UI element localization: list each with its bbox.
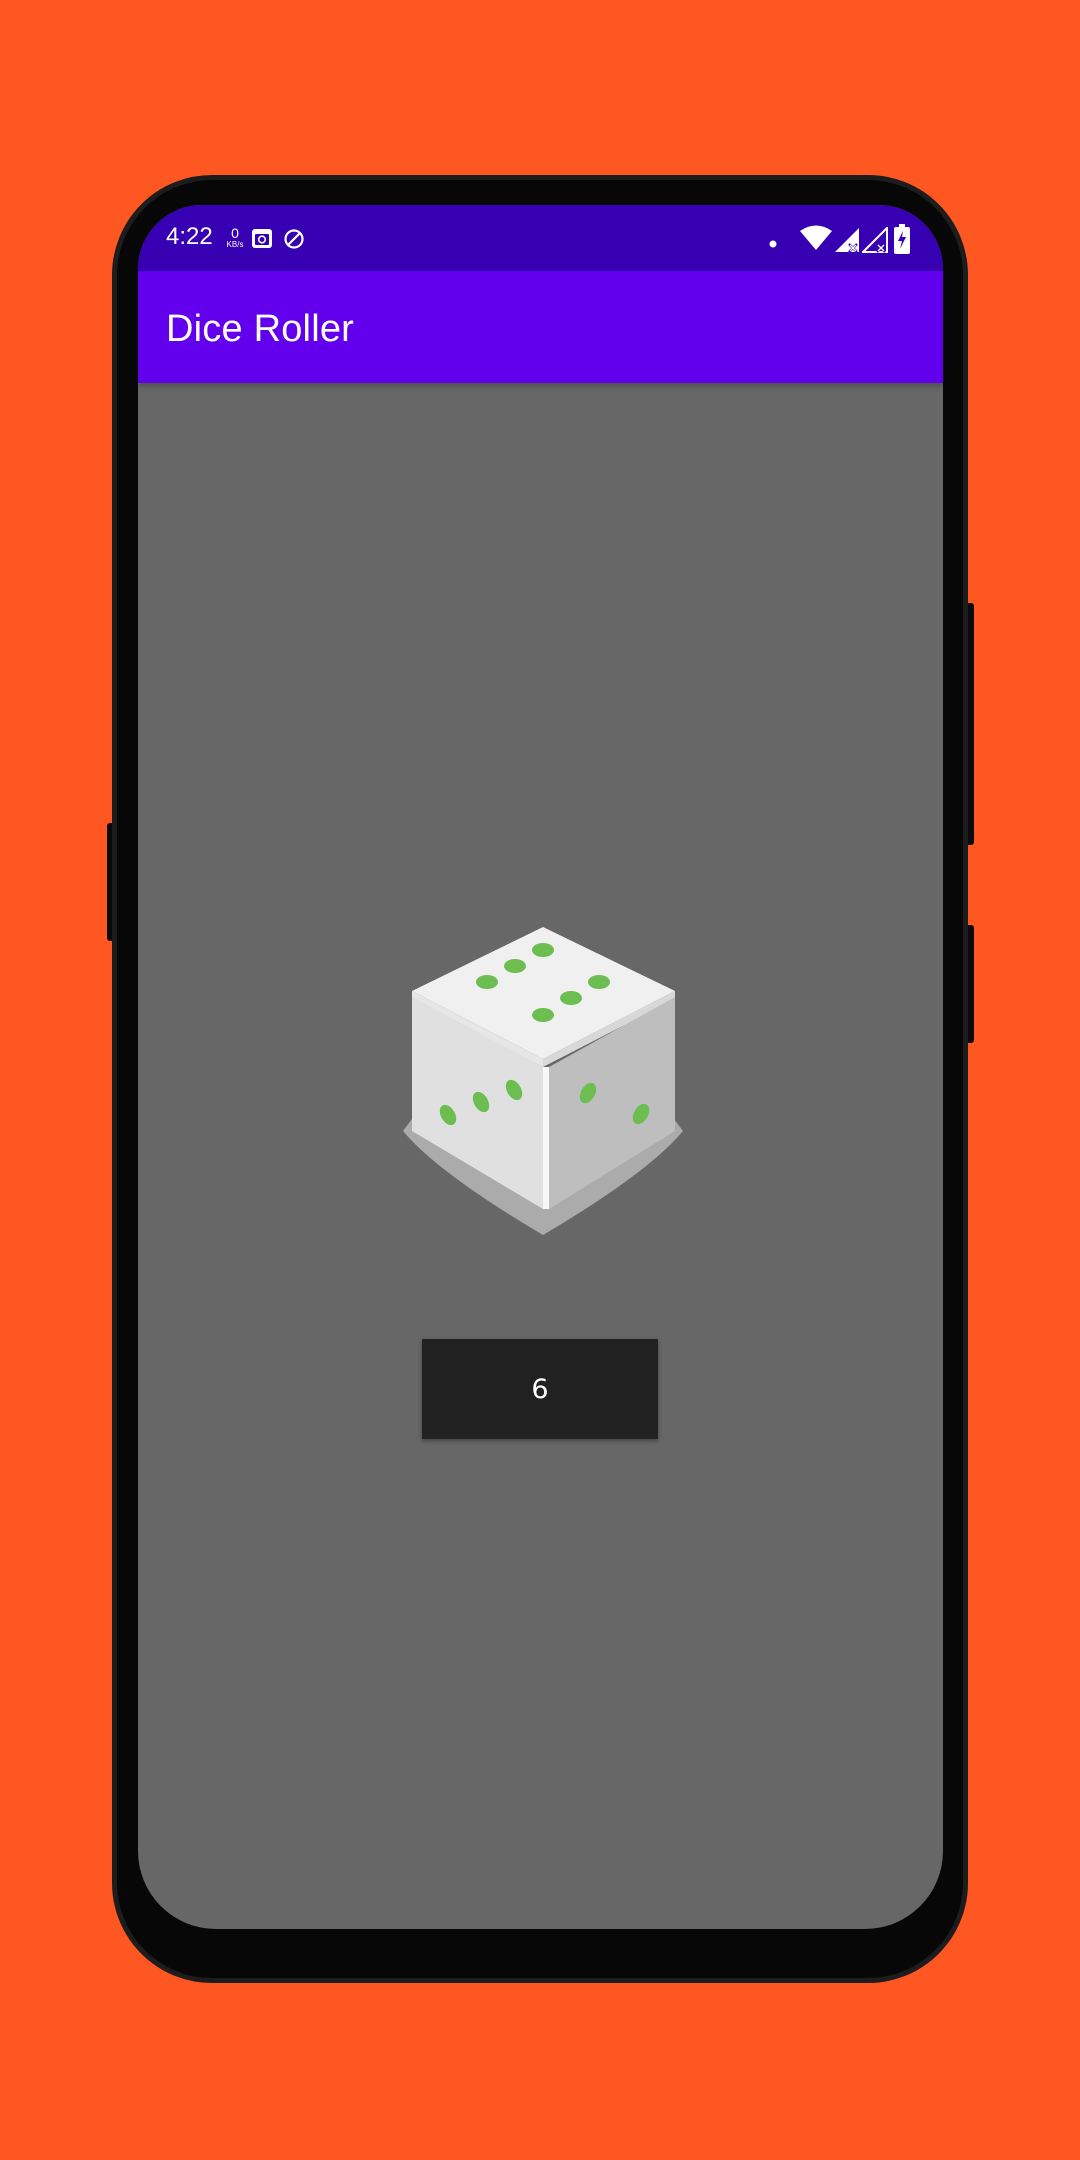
app-bar: Dice Roller	[138, 271, 943, 383]
battery-charging-icon	[894, 224, 910, 259]
roll-button[interactable]: 6	[422, 1339, 658, 1439]
wifi-icon	[800, 225, 832, 256]
signal-icon	[834, 227, 860, 258]
network-speed-unit: KB/s	[226, 240, 244, 249]
status-time: 4:22	[166, 223, 213, 250]
signal-no-service-icon	[860, 225, 888, 258]
network-speed: 0 KB/s	[222, 226, 248, 249]
dice-icon	[398, 918, 688, 1248]
app-title: Dice Roller	[166, 308, 355, 350]
calendar-icon	[251, 227, 273, 254]
notification-dot-icon	[769, 235, 777, 253]
phone-screen: 4:22 0 KB/s Dice Roller 6	[138, 205, 943, 1929]
do-not-disturb-icon	[283, 228, 305, 255]
status-bar: 4:22 0 KB/s	[138, 205, 943, 271]
network-speed-value: 0	[231, 225, 239, 241]
